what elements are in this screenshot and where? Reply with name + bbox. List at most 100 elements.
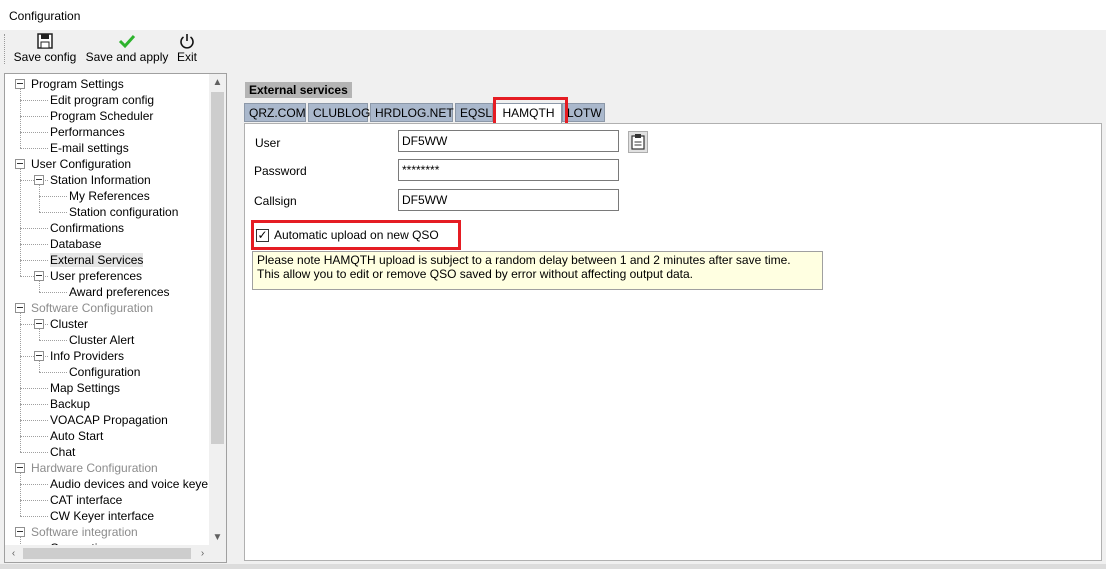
auto-upload-label[interactable]: Automatic upload on new QSO [274, 228, 439, 242]
hscroll-thumb[interactable] [23, 548, 191, 559]
tree-item-label: Info Providers [50, 349, 125, 363]
tree-item[interactable]: Confirmations [50, 220, 124, 236]
tree-item[interactable]: My References [69, 188, 150, 204]
scroll-left-arrow[interactable]: ‹ [5, 545, 22, 562]
tree-item[interactable]: Info Providers [50, 348, 124, 364]
tree-item-label: Edit program config [50, 93, 155, 107]
tree-connector [39, 372, 67, 373]
save-config-label: Save config [13, 50, 77, 64]
section-title: External services [245, 82, 352, 98]
tree-item[interactable]: E-mail settings [50, 140, 129, 156]
password-label: Password [254, 164, 307, 178]
tree-item[interactable]: User Configuration [31, 156, 131, 172]
collapse-toggle-icon[interactable] [15, 463, 25, 473]
tree-item[interactable]: Hardware Configuration [31, 460, 158, 476]
toolbar: Save config Save and apply Exit [0, 30, 1106, 70]
tree-item-label: Chat [50, 445, 76, 459]
collapse-toggle-icon[interactable] [15, 159, 25, 169]
tree-item[interactable]: Cluster Alert [69, 332, 134, 348]
tree-item[interactable]: Award preferences [69, 284, 170, 300]
tree-connector [20, 500, 48, 501]
tree-item[interactable]: Backup [50, 396, 90, 412]
tree-item-label: Station Information [50, 173, 151, 187]
collapse-toggle-icon[interactable] [15, 79, 25, 89]
tree-branch-line [39, 361, 40, 372]
collapse-toggle-icon[interactable] [34, 271, 44, 281]
clipboard-button[interactable] [628, 131, 648, 153]
tree-item-label: User preferences [50, 269, 143, 283]
tree-item[interactable]: Software integration [31, 524, 138, 540]
tree-connector [20, 484, 48, 485]
tree-item-label: Performances [50, 125, 125, 139]
collapse-toggle-icon[interactable] [15, 303, 25, 313]
tree-item-label: Award preferences [69, 285, 170, 299]
tree-items: Program Settings Edit program config Progr… [5, 74, 211, 546]
tree-item-label: Audio devices and voice keye [50, 477, 209, 491]
tree-branch-line [20, 313, 21, 452]
collapse-toggle-icon[interactable] [34, 175, 44, 185]
tree-item-label: E-mail settings [50, 141, 129, 155]
user-field[interactable]: DF5WW [398, 130, 619, 152]
auto-upload-checkbox[interactable]: ✓ [256, 229, 269, 242]
tree-connector [20, 228, 48, 229]
tree-item-label: CW Keyer interface [50, 509, 155, 523]
tree-item[interactable]: Cluster [50, 316, 88, 332]
tree-item-label: Hardware Configuration [31, 461, 158, 475]
callsign-field[interactable]: DF5WW [398, 189, 619, 211]
tree-item[interactable]: Chat [50, 444, 75, 460]
tab-eqsl[interactable]: EQSL [455, 103, 493, 122]
exit-button[interactable]: Exit [174, 32, 200, 66]
tree-item[interactable]: Software Configuration [31, 300, 153, 316]
tree-item-label: My References [69, 189, 150, 203]
tab-qrz[interactable]: QRZ.COM [244, 103, 306, 122]
tree-item-label: Configuration [69, 365, 141, 379]
scroll-down-arrow[interactable]: ▼ [209, 529, 226, 546]
tree-item[interactable]: Edit program config [50, 92, 154, 108]
tree-item[interactable]: User preferences [50, 268, 142, 284]
tree-connector [20, 260, 48, 261]
green-check-icon [118, 34, 136, 49]
tree-item-label: Cluster Alert [69, 333, 135, 347]
tree-branch-line [20, 89, 21, 148]
window-title: Configuration [9, 9, 81, 23]
save-and-apply-button[interactable]: Save and apply [85, 32, 169, 66]
scroll-up-arrow[interactable]: ▲ [209, 74, 226, 91]
tree-branch-line [39, 185, 40, 212]
tree-item-label: Confirmations [50, 221, 125, 235]
tree-horizontal-scrollbar[interactable]: ‹ › [5, 545, 211, 562]
tree-vertical-scrollbar[interactable]: ▲ ▼ [209, 74, 226, 546]
tab-clublog[interactable]: CLUBLOG [308, 103, 370, 122]
title-bar: Configuration [0, 0, 1106, 30]
password-field[interactable]: ******** [398, 159, 619, 181]
tree-connector [39, 196, 67, 197]
tree-item-label: Database [50, 237, 102, 251]
tree-item[interactable]: Performances [50, 124, 125, 140]
tree-item-label: VOACAP Propagation [50, 413, 168, 427]
tree-item[interactable]: Program Scheduler [50, 108, 153, 124]
note-line-1: Please note HAMQTH upload is subject to … [257, 253, 791, 267]
tree-item[interactable]: Map Settings [50, 380, 120, 396]
save-config-button[interactable]: Save config [12, 32, 78, 66]
tree-item[interactable]: Program Settings [31, 76, 124, 92]
tree-item[interactable]: Database [50, 236, 101, 252]
tree-item[interactable]: VOACAP Propagation [50, 412, 168, 428]
toolbar-grip[interactable] [4, 34, 7, 64]
tree-branch-line [20, 473, 21, 516]
tree-item[interactable]: CAT interface [50, 492, 122, 508]
config-tree[interactable]: Program Settings Edit program config Progr… [4, 73, 227, 563]
tree-connector [20, 132, 48, 133]
tree-item[interactable]: Auto Start [50, 428, 103, 444]
tree-item[interactable]: External Services [50, 252, 144, 268]
scroll-thumb[interactable] [211, 92, 224, 444]
tree-branch-line [39, 329, 40, 340]
tree-item[interactable]: Station Information [50, 172, 151, 188]
tree-item[interactable]: Configuration [69, 364, 140, 380]
tree-item[interactable]: Audio devices and voice keye [50, 476, 208, 492]
tab-hrdlog[interactable]: HRDLOG.NET [370, 103, 454, 122]
collapse-toggle-icon[interactable] [34, 351, 44, 361]
collapse-toggle-icon[interactable] [15, 527, 25, 537]
collapse-toggle-icon[interactable] [34, 319, 44, 329]
tree-item[interactable]: Station configuration [69, 204, 178, 220]
tree-item[interactable]: CW Keyer interface [50, 508, 154, 524]
tab-lotw[interactable]: LOTW [562, 103, 605, 122]
